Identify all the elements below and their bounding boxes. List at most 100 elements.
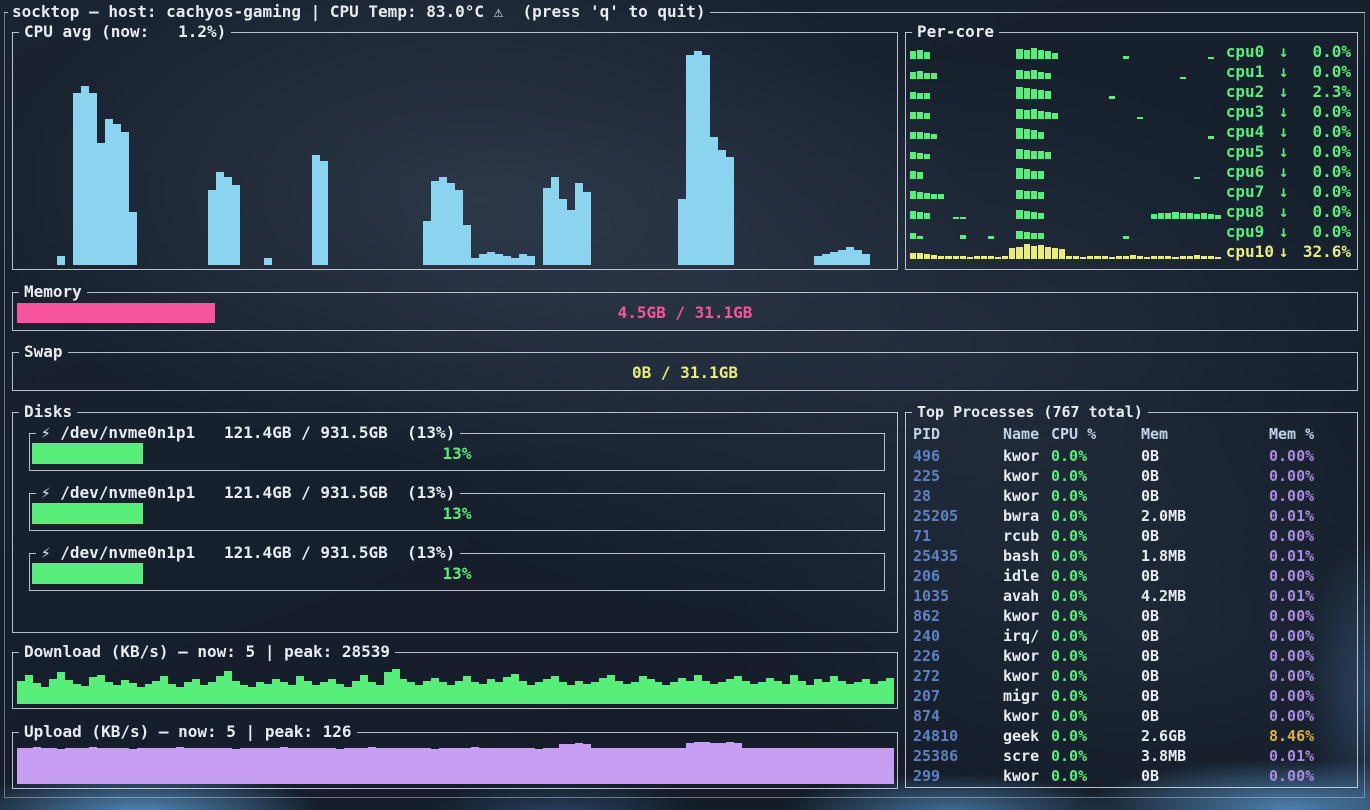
process-row: 206idle0.0%0B0.00% (913, 566, 1351, 586)
chart-bar (639, 748, 647, 784)
process-mem: 0B (1141, 527, 1269, 545)
chart-bar (1059, 249, 1065, 259)
process-cpu: 0.0% (1051, 687, 1141, 705)
chart-bar (113, 748, 121, 784)
chart-bar (288, 748, 296, 784)
process-name: rcub (1003, 527, 1051, 545)
process-mem-percent: 0.00% (1269, 627, 1351, 645)
column-header: Mem % (1269, 425, 1351, 443)
chart-bar (1031, 191, 1037, 199)
process-row: 24810geek0.0%2.6GB8.46% (913, 726, 1351, 746)
chart-bar (137, 687, 145, 704)
lightning-icon: ⚡ (41, 483, 60, 502)
chart-bar (694, 675, 702, 704)
chart-bar (551, 748, 559, 784)
process-pid: 299 (913, 767, 1003, 785)
chart-bar (774, 681, 782, 704)
chart-bar (607, 748, 615, 784)
chart-bar (1024, 232, 1030, 239)
chart-bar (1038, 90, 1044, 100)
chart-bar (814, 679, 822, 704)
chart-bar (49, 748, 57, 784)
chart-bar (686, 55, 694, 265)
chart-bar (1137, 117, 1143, 119)
chart-bar (798, 681, 806, 704)
process-mem: 3.8MB (1141, 747, 1269, 765)
chart-bar (160, 748, 168, 784)
chart-bar (455, 748, 463, 784)
core-label: cpu5 (1226, 142, 1274, 161)
chart-bar (631, 748, 639, 784)
chart-bar (415, 748, 423, 784)
process-mem: 0B (1141, 447, 1269, 465)
chart-bar (200, 748, 208, 784)
chart-bar (1016, 109, 1022, 120)
chart-bar (878, 748, 886, 784)
chart-bar (81, 686, 89, 704)
process-name: kwor (1003, 707, 1051, 725)
chart-bar (328, 679, 336, 704)
core-label: cpu3 (1226, 102, 1274, 121)
chart-bar (726, 742, 734, 784)
process-name: kwor (1003, 487, 1051, 505)
chart-bar (248, 687, 256, 704)
chart-bar (495, 748, 503, 784)
process-row: 240irq/0.0%0B0.00% (913, 626, 1351, 646)
chart-bar (1016, 168, 1022, 179)
chart-bar (846, 247, 854, 265)
chart-bar (910, 152, 916, 159)
process-mem-percent: 0.01% (1269, 507, 1351, 525)
core-row: cpu8↓0.0% (910, 201, 1351, 221)
chart-bar (471, 747, 479, 784)
upload-panel: Upload (KB/s) — now: 5 | peak: 126 (12, 732, 898, 789)
chart-bar (917, 50, 923, 59)
chart-bar (160, 676, 168, 704)
chart-bar (105, 748, 113, 784)
chart-bar (774, 748, 782, 784)
chart-bar (924, 254, 930, 259)
chart-bar (1024, 71, 1030, 79)
chart-bar (384, 672, 392, 704)
chart-bar (1165, 256, 1171, 258)
chart-bar (599, 678, 607, 704)
terminal-window[interactable]: socktop — host: cachyos-gaming | CPU Tem… (0, 0, 1370, 810)
process-cpu: 0.0% (1051, 627, 1141, 645)
cpu-avg-panel-border: CPU avg (now: 1.2%) (12, 23, 898, 41)
chart-bar (910, 233, 916, 239)
core-row: cpu5↓0.0% (910, 142, 1351, 162)
chart-bar (121, 748, 129, 784)
chart-bar (264, 684, 272, 704)
chart-bar (1180, 77, 1186, 79)
chart-bar (806, 748, 814, 784)
process-pid: 874 (913, 707, 1003, 725)
process-name: scre (1003, 747, 1051, 765)
process-cpu: 0.0% (1051, 747, 1141, 765)
chart-bar (1073, 256, 1079, 258)
chart-bar (559, 744, 567, 784)
chart-bar (447, 685, 455, 704)
chart-bar (216, 676, 224, 704)
chart-bar (1194, 255, 1200, 259)
chart-bar (931, 73, 937, 79)
column-header: CPU % (1051, 425, 1141, 443)
chart-bar (113, 685, 121, 704)
chart-bar (423, 748, 431, 784)
chart-bar (917, 172, 923, 179)
chart-bar (662, 685, 670, 704)
chart-bar (25, 675, 33, 704)
chart-bar (1215, 215, 1221, 219)
chart-bar (33, 683, 41, 704)
core-row: cpu4↓0.0% (910, 122, 1351, 142)
core-history-chart (910, 144, 1222, 159)
chart-bar (917, 253, 923, 258)
core-history-chart (910, 64, 1222, 79)
chart-bar (208, 748, 216, 784)
core-label: cpu6 (1226, 162, 1274, 181)
core-usage-value: 0.0% (1293, 62, 1351, 81)
chart-bar (1052, 113, 1058, 119)
process-mem-percent: 8.46% (1269, 727, 1351, 745)
chart-bar (917, 212, 923, 219)
chart-bar (718, 743, 726, 784)
process-row: 28kwor0.0%0B0.00% (913, 486, 1351, 506)
chart-bar (543, 679, 551, 704)
